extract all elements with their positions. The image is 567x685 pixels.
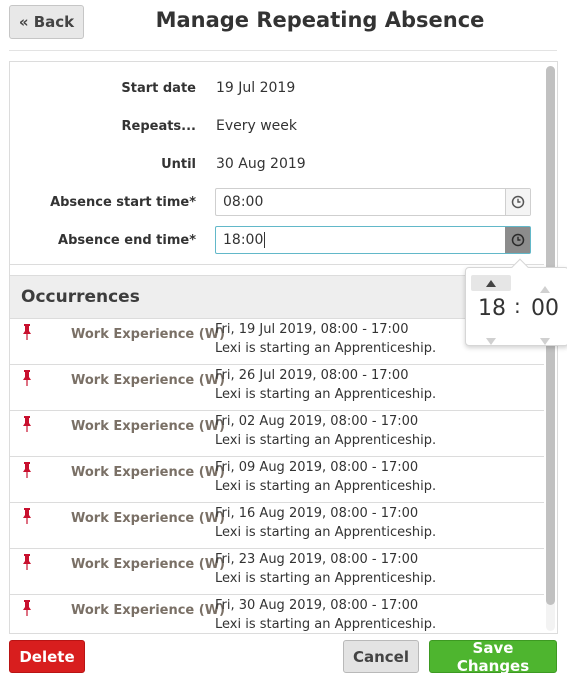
occurrence-datetime: Fri, 02 Aug 2019, 08:00 - 17:00 xyxy=(215,414,419,429)
time-separator: : xyxy=(514,294,521,318)
absence-end-input[interactable]: 18:00 xyxy=(215,226,531,254)
triangle-down-icon xyxy=(486,338,496,345)
clock-icon xyxy=(511,195,525,209)
occurrence-row[interactable]: Work Experience (W) Fri, 30 Aug 2019, 08:… xyxy=(10,595,544,633)
occurrence-datetime: Fri, 19 Jul 2019, 08:00 - 17:00 xyxy=(215,322,409,337)
absence-start-label: Absence start time* xyxy=(50,194,196,210)
absence-start-input[interactable]: 08:00 xyxy=(215,188,531,216)
absence-end-label: Absence end time* xyxy=(58,232,196,248)
absence-end-value: 18:00 xyxy=(223,232,264,248)
occurrence-note: Lexi is starting an Apprenticeship. xyxy=(215,479,437,494)
clock-icon xyxy=(511,233,525,247)
pushpin-icon xyxy=(23,416,31,432)
triangle-up-icon xyxy=(486,279,496,287)
main-scroll-area[interactable]: Start date 19 Jul 2019 Repeats... Every … xyxy=(9,61,558,634)
hour-decrement-button[interactable] xyxy=(486,330,496,349)
occurrence-type: Work Experience (W) xyxy=(71,373,225,388)
occurrence-type: Work Experience (W) xyxy=(71,603,225,618)
pushpin-icon xyxy=(23,370,31,386)
occurrence-type: Work Experience (W) xyxy=(71,557,225,572)
occurrence-note: Lexi is starting an Apprenticeship. xyxy=(215,525,437,540)
minute-increment-button[interactable] xyxy=(540,278,550,297)
hour-increment-button[interactable] xyxy=(471,275,511,291)
repeats-label: Repeats... xyxy=(121,118,197,134)
header-divider xyxy=(9,50,557,51)
start-date-row: Start date 19 Jul 2019 xyxy=(10,74,544,102)
absence-start-clock-button[interactable] xyxy=(505,189,530,215)
absence-start-value: 08:00 xyxy=(223,194,264,210)
occurrence-note: Lexi is starting an Apprenticeship. xyxy=(215,617,437,632)
occurrence-datetime: Fri, 30 Aug 2019, 08:00 - 17:00 xyxy=(215,598,419,613)
occurrence-row[interactable]: Work Experience (W) Fri, 23 Aug 2019, 08:… xyxy=(10,549,544,595)
absence-start-row: Absence start time* 08:00 xyxy=(10,188,544,216)
occurrence-note: Lexi is starting an Apprenticeship. xyxy=(215,387,437,402)
start-date-label: Start date xyxy=(121,80,196,96)
start-date-value: 19 Jul 2019 xyxy=(216,80,296,96)
back-button[interactable]: « Back xyxy=(9,5,84,39)
pushpin-icon xyxy=(23,554,31,570)
absence-end-clock-button[interactable] xyxy=(505,227,530,253)
occurrence-type: Work Experience (W) xyxy=(71,465,225,480)
text-cursor xyxy=(264,232,266,248)
occurrence-row[interactable]: Work Experience (W) Fri, 19 Jul 2019, 08:… xyxy=(10,319,544,365)
occurrence-row[interactable]: Work Experience (W) Fri, 16 Aug 2019, 08:… xyxy=(10,503,544,549)
occurrence-note: Lexi is starting an Apprenticeship. xyxy=(215,571,437,586)
cancel-button[interactable]: Cancel xyxy=(343,640,419,673)
save-changes-button[interactable]: Save Changes xyxy=(429,639,557,675)
minute-decrement-button[interactable] xyxy=(540,330,550,349)
repeats-value: Every week xyxy=(216,118,298,134)
occurrence-type: Work Experience (W) xyxy=(71,327,225,342)
occurrence-datetime: Fri, 26 Jul 2019, 08:00 - 17:00 xyxy=(215,368,409,383)
triangle-down-icon xyxy=(540,338,550,345)
occurrence-row[interactable]: Work Experience (W) Fri, 26 Jul 2019, 08:… xyxy=(10,365,544,411)
until-value: 30 Aug 2019 xyxy=(216,156,306,172)
until-row: Until 30 Aug 2019 xyxy=(10,150,544,178)
until-label: Until xyxy=(161,156,196,172)
pushpin-icon xyxy=(23,462,31,478)
repeats-row: Repeats... Every week xyxy=(10,112,544,140)
occurrence-type: Work Experience (W) xyxy=(71,419,225,434)
occurrence-row[interactable]: Work Experience (W) Fri, 09 Aug 2019, 08:… xyxy=(10,457,544,503)
hour-value: 18 xyxy=(478,296,506,321)
delete-button[interactable]: Delete xyxy=(9,640,85,673)
minute-value: 00 xyxy=(531,296,559,321)
absence-form: Start date 19 Jul 2019 Repeats... Every … xyxy=(10,62,544,265)
page-title: Manage Repeating Absence xyxy=(155,8,485,32)
occurrence-row[interactable]: Work Experience (W) Fri, 02 Aug 2019, 08:… xyxy=(10,411,544,457)
pushpin-icon xyxy=(23,324,31,340)
triangle-up-icon xyxy=(540,286,550,293)
occurrence-datetime: Fri, 09 Aug 2019, 08:00 - 17:00 xyxy=(215,460,419,475)
time-picker-popup: 18 : 00 xyxy=(465,258,567,349)
pushpin-icon xyxy=(23,508,31,524)
occurrence-note: Lexi is starting an Apprenticeship. xyxy=(215,433,437,448)
occurrence-datetime: Fri, 23 Aug 2019, 08:00 - 17:00 xyxy=(215,552,419,567)
pushpin-icon xyxy=(23,600,31,616)
occurrence-type: Work Experience (W) xyxy=(71,511,225,526)
occurrence-note: Lexi is starting an Apprenticeship. xyxy=(215,341,437,356)
absence-end-row: Absence end time* 18:00 xyxy=(10,226,544,254)
occurrence-datetime: Fri, 16 Aug 2019, 08:00 - 17:00 xyxy=(215,506,419,521)
occurrences-heading: Occurrences xyxy=(10,275,544,319)
